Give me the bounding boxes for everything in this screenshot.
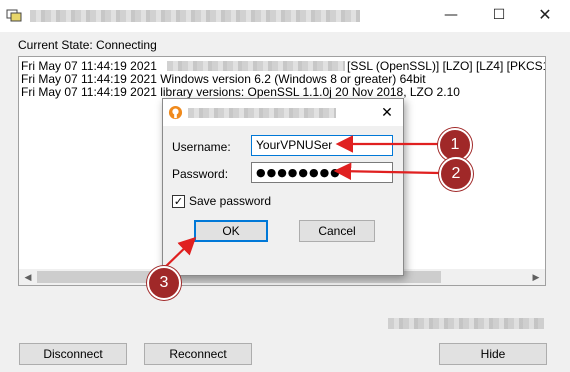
log-line: Fri May 07 11:44:19 2021 library version… <box>21 85 460 99</box>
log-line: Fri May 07 11:44:19 2021 Windows version… <box>21 72 426 86</box>
username-label: Username: <box>172 140 231 154</box>
save-password-label[interactable]: Save password <box>189 194 271 208</box>
reconnect-button[interactable]: Reconnect <box>144 343 252 365</box>
annotation-badge-3: 3 <box>147 266 181 300</box>
scroll-right-icon[interactable]: ▶ <box>529 269 543 285</box>
close-button[interactable]: ✕ <box>522 0 568 30</box>
openvpn-icon <box>168 105 183 120</box>
log-redacted-text <box>167 61 345 71</box>
login-dialog: ✕ Username: YourVPNUSer Password: ●●●●●●… <box>162 98 404 276</box>
dialog-title-redacted <box>188 108 336 118</box>
log-line: Fri May 07 11:44:19 2021 <box>21 59 157 73</box>
username-field[interactable]: YourVPNUSer <box>251 135 393 156</box>
log-line-tail: [SSL (OpenSSL)] [LZO] [LZ4] [PKCS11] [AE… <box>347 59 545 73</box>
annotation-badge-2: 2 <box>439 157 473 191</box>
ok-button[interactable]: OK <box>194 220 268 242</box>
app-icon <box>6 9 22 22</box>
scroll-left-icon[interactable]: ◀ <box>21 269 35 285</box>
current-state-label: Current State: Connecting <box>18 38 157 52</box>
maximize-button[interactable]: ☐ <box>476 0 522 30</box>
title-bar: — ☐ ✕ <box>0 0 570 32</box>
dialog-title-bar: ✕ <box>163 99 403 126</box>
password-field[interactable]: ●●●●●●●● <box>251 162 393 183</box>
status-text-redacted <box>388 318 544 329</box>
cancel-button[interactable]: Cancel <box>299 220 375 242</box>
dialog-close-icon[interactable]: ✕ <box>375 101 399 125</box>
save-password-checkbox[interactable]: ✓ <box>172 195 185 208</box>
disconnect-button[interactable]: Disconnect <box>19 343 127 365</box>
hide-button[interactable]: Hide <box>439 343 547 365</box>
window-title-redacted <box>30 10 360 22</box>
minimize-button[interactable]: — <box>428 0 474 30</box>
password-label: Password: <box>172 167 229 181</box>
